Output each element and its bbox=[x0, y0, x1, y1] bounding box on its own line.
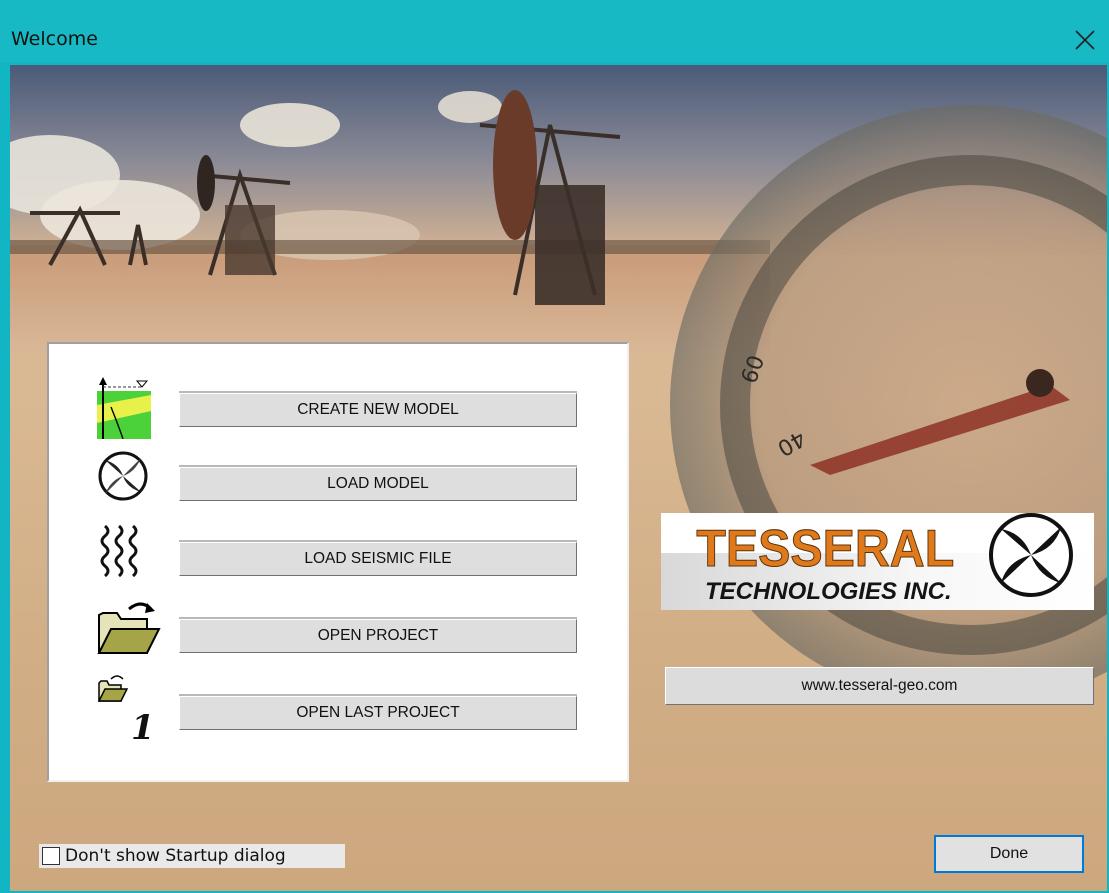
welcome-window: Welcome 60 40 CREATE NEW MODEL LOAD MODE… bbox=[0, 0, 1109, 893]
create-model-icon bbox=[97, 377, 151, 439]
tesseral-logo-icon bbox=[98, 451, 148, 501]
logo-text-technologies: TECHNOLOGIES INC. bbox=[705, 578, 952, 605]
dialog-body: 60 40 CREATE NEW MODEL LOAD MODEL LOAD S… bbox=[10, 65, 1107, 891]
load-model-button[interactable]: LOAD MODEL bbox=[179, 465, 577, 501]
close-button[interactable] bbox=[1061, 18, 1109, 62]
logo-emblem-icon bbox=[989, 513, 1073, 597]
open-project-button[interactable]: OPEN PROJECT bbox=[179, 617, 577, 653]
load-seismic-file-button[interactable]: LOAD SEISMIC FILE bbox=[179, 540, 577, 576]
logo-text-tesseral: TESSERAL bbox=[696, 519, 954, 577]
dont-show-startup-checkbox[interactable] bbox=[42, 847, 60, 865]
open-last-project-icon: 1 bbox=[97, 675, 155, 743]
action-panel: CREATE NEW MODEL LOAD MODEL LOAD SEISMIC… bbox=[47, 342, 629, 782]
close-icon bbox=[1075, 30, 1095, 50]
open-folder-icon bbox=[97, 602, 161, 654]
window-title: Welcome bbox=[11, 28, 98, 50]
dont-show-startup-option[interactable]: Don't show Startup dialog bbox=[39, 844, 345, 868]
seismic-traces-icon bbox=[100, 524, 138, 578]
title-bar: Welcome bbox=[0, 0, 1109, 62]
done-button[interactable]: Done bbox=[934, 835, 1084, 873]
dont-show-startup-label: Don't show Startup dialog bbox=[65, 846, 286, 866]
create-new-model-button[interactable]: CREATE NEW MODEL bbox=[179, 391, 577, 427]
tesseral-logo: TESSERAL TECHNOLOGIES INC. bbox=[661, 513, 1094, 610]
website-link-button[interactable]: www.tesseral-geo.com bbox=[665, 667, 1094, 705]
last-project-number: 1 bbox=[131, 708, 155, 743]
open-last-project-button[interactable]: OPEN LAST PROJECT bbox=[179, 694, 577, 730]
